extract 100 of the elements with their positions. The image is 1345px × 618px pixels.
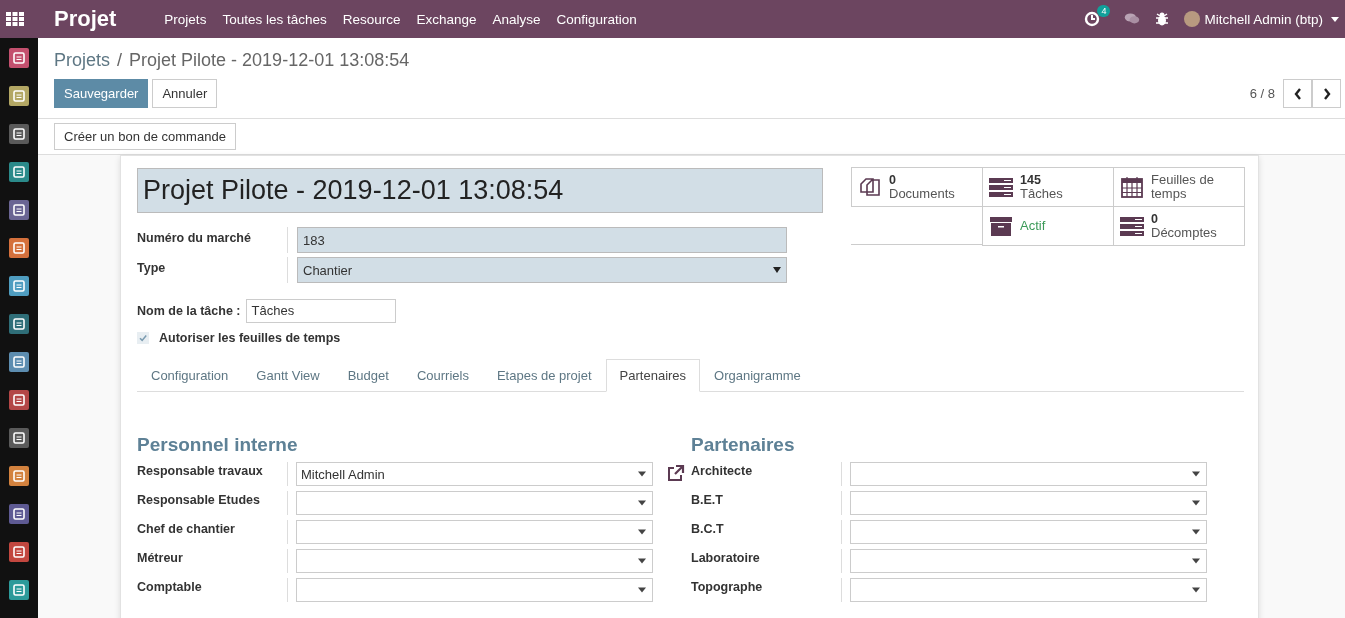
field-label: Comptable [137, 579, 203, 596]
list-icon [989, 175, 1013, 199]
stat-value: 0 [889, 173, 897, 187]
clock-icon[interactable] [1084, 11, 1101, 27]
field-label: Responsable travaux [137, 463, 264, 480]
field-label: Architecte [691, 463, 754, 480]
discard-button[interactable]: Annuler [152, 79, 218, 108]
menu-item[interactable]: Toutes les tâches [214, 11, 335, 27]
tab[interactable]: Budget [333, 359, 403, 392]
menu-item[interactable]: Projets [156, 11, 215, 27]
dropdown-field[interactable] [850, 578, 1207, 602]
stat-label: Feuilles de temps [1151, 173, 1215, 201]
field-label: Nom de la tâche : [137, 304, 241, 318]
app-icon[interactable] [9, 428, 29, 448]
app-icon[interactable] [9, 238, 29, 258]
checkbox[interactable] [137, 332, 149, 344]
caret-icon [1192, 587, 1200, 593]
field-label: Responsable Etudes [137, 492, 261, 509]
tab[interactable]: Etapes de projet [482, 359, 606, 392]
documents-icon [858, 175, 882, 199]
caret-icon [638, 471, 646, 477]
field-label: Laboratoire [691, 550, 761, 567]
stat-value: 0 [1151, 212, 1159, 226]
caret-icon [638, 558, 646, 564]
contract-number-field[interactable]: 183 [297, 227, 787, 253]
chevron-right-icon [1322, 87, 1331, 100]
dropdown-field[interactable] [850, 462, 1207, 486]
stat-label: Tâches [1020, 187, 1063, 201]
section-heading: Partenaires [691, 434, 796, 456]
checkbox-label: Autoriser les feuilles de temps [159, 331, 341, 345]
user-menu[interactable]: Mitchell Admin (btp) [1204, 11, 1323, 27]
app-icon[interactable] [9, 504, 29, 524]
menu-item[interactable]: Exchange [408, 11, 485, 27]
dropdown-field[interactable] [850, 549, 1207, 573]
tab[interactable]: Courriels [402, 359, 483, 392]
caret-icon [638, 529, 646, 535]
external-link-icon[interactable] [665, 464, 685, 484]
task-name-field[interactable]: Tâches [245, 299, 396, 323]
menu-item[interactable]: Configuration [548, 11, 645, 27]
create-order-button[interactable]: Créer un bon de commande [54, 123, 236, 150]
dropdown-field[interactable] [296, 578, 653, 602]
list-icon [1120, 214, 1144, 238]
page-title: Projet Pilote - 2019-12-01 13:08:54 [129, 50, 410, 71]
app-icon[interactable] [9, 124, 29, 144]
stat-button[interactable]: Feuilles de temps [1113, 167, 1245, 207]
tab[interactable]: Gantt View [242, 359, 334, 392]
dropdown-field[interactable] [296, 491, 653, 515]
dropdown-field[interactable] [850, 491, 1207, 515]
app-icon[interactable] [9, 390, 29, 410]
next-button[interactable] [1312, 79, 1341, 108]
dropdown-field[interactable] [296, 549, 653, 573]
archive-icon [989, 214, 1013, 238]
app-title: Projet [54, 6, 117, 32]
field-label: B.E.T [691, 492, 724, 509]
tab[interactable]: Partenaires [605, 359, 701, 392]
avatar-icon [1184, 11, 1201, 27]
app-icon[interactable] [9, 466, 29, 486]
caret-icon [1192, 471, 1200, 477]
stat-label: Actif [1020, 219, 1046, 233]
dropdown-field[interactable] [296, 520, 653, 544]
caret-icon [1192, 529, 1200, 535]
caret-icon[interactable] [1331, 16, 1339, 22]
calendar-icon [1120, 175, 1144, 199]
stat-button[interactable]: 0 Documents [851, 167, 983, 207]
dropdown-field[interactable]: Mitchell Admin [296, 462, 653, 486]
app-icon[interactable] [9, 314, 29, 334]
dropdown-field[interactable] [850, 520, 1207, 544]
field-label: Topographe [691, 579, 764, 596]
app-icon[interactable] [9, 580, 29, 600]
app-icon[interactable] [9, 542, 29, 562]
caret-icon [1192, 500, 1200, 506]
breadcrumb-separator: / [117, 50, 123, 71]
app-icon[interactable] [9, 352, 29, 372]
caret-icon [638, 587, 646, 593]
stat-value: 145 [1020, 173, 1042, 187]
app-icon[interactable] [9, 276, 29, 296]
previous-button[interactable] [1283, 79, 1312, 108]
stat-button[interactable]: Actif [982, 206, 1114, 246]
type-select[interactable]: Chantier [297, 257, 787, 283]
app-icon[interactable] [9, 200, 29, 220]
section-heading: Personnel interne [137, 434, 299, 456]
tab[interactable]: Configuration [137, 359, 243, 392]
field-label: Métreur [137, 550, 184, 567]
menu-item[interactable]: Resource [334, 11, 409, 27]
bug-icon[interactable] [1154, 11, 1171, 27]
pager-counter: 6 / 8 [1249, 86, 1275, 101]
app-icon[interactable] [9, 162, 29, 182]
stat-label: Documents [889, 187, 955, 201]
menu-item[interactable]: Analyse [484, 11, 549, 27]
save-button[interactable]: Sauvegarder [54, 79, 149, 108]
project-name-field[interactable]: Projet Pilote - 2019-12-01 13:08:54 [137, 168, 823, 213]
stat-button[interactable]: 0 Décomptes [1113, 206, 1245, 246]
app-icon[interactable] [9, 48, 29, 68]
tab[interactable]: Organigramme [700, 359, 815, 392]
notification-badge: 4 [1097, 5, 1111, 17]
chevron-left-icon [1293, 87, 1302, 100]
app-icon[interactable] [9, 86, 29, 106]
apps-menu-icon[interactable] [6, 12, 24, 26]
field-label: Chef de chantier [137, 521, 236, 538]
breadcrumb-link[interactable]: Projets [54, 50, 111, 71]
